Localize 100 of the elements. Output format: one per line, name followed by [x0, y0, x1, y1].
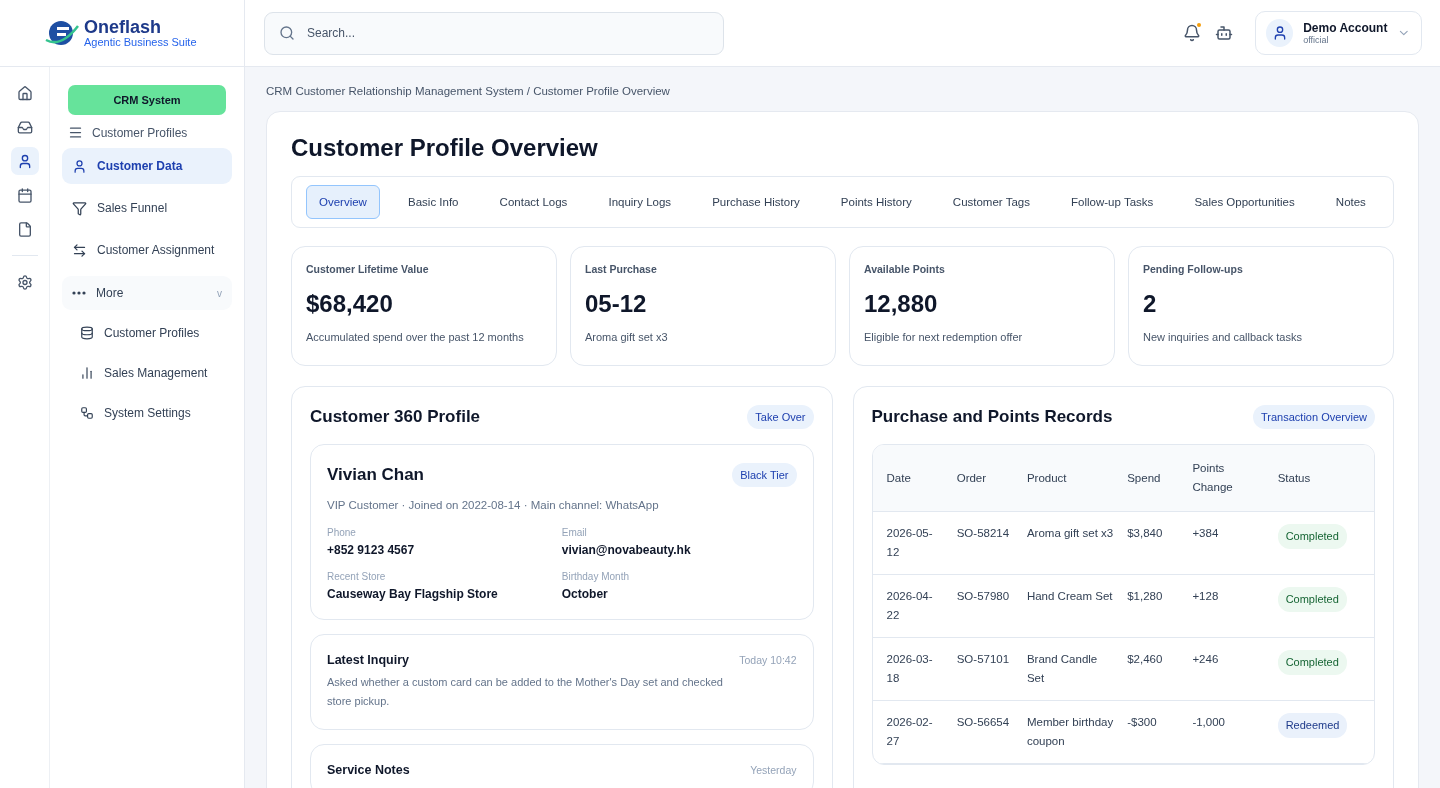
account-menu[interactable]: Demo Account official — [1255, 11, 1422, 55]
transaction-overview-button[interactable]: Transaction Overview — [1253, 405, 1375, 429]
table-cell: SO-56654 — [942, 700, 1013, 764]
table-cell: -$300 — [1113, 700, 1179, 764]
table-cell: +246 — [1178, 637, 1264, 701]
column-header: Order — [942, 445, 1013, 512]
panel-title: Purchase and Points Records — [871, 407, 1113, 427]
user-button[interactable] — [10, 147, 39, 175]
tab[interactable]: Contact Logs — [486, 185, 581, 219]
tab[interactable]: Overview — [306, 185, 380, 219]
stat-value: 12,880 — [864, 290, 939, 318]
stat-value: $68,420 — [306, 290, 394, 318]
brand-name: Oneflash — [84, 18, 163, 36]
search-input[interactable]: Search... — [305, 25, 709, 41]
tab[interactable]: Basic Info — [395, 185, 472, 219]
search-icon — [279, 25, 295, 41]
table-cell: +128 — [1178, 574, 1264, 638]
section-heading: Customer Profiles — [92, 125, 188, 140]
tab[interactable]: Purchase History — [699, 185, 813, 219]
note-title: Service Notes — [327, 763, 410, 777]
tab[interactable]: Inquiry Logs — [595, 185, 685, 219]
stat-note: Accumulated spend over the past 12 months — [306, 331, 525, 343]
settings-icon — [16, 273, 33, 291]
table-cell: +384 — [1178, 511, 1264, 575]
more-menu[interactable]: More v — [62, 276, 232, 310]
status-tag: Completed — [1277, 587, 1347, 612]
field-value: October — [561, 587, 609, 601]
logo-icon — [44, 18, 80, 48]
panel-title: Customer 360 Profile — [310, 407, 481, 427]
table-cell: -1,000 — [1178, 700, 1264, 764]
breadcrumb: CRM Customer Relationship Management System / Customer Profile Overview — [266, 85, 671, 97]
page-title: Customer Profile Overview — [291, 134, 599, 162]
field-label: Phone — [327, 527, 357, 538]
home-icon — [16, 84, 33, 102]
dots-icon — [72, 291, 86, 295]
table-cell: Brand Candle Set — [1012, 637, 1114, 701]
stat-note: New inquiries and callback tasks — [1143, 331, 1303, 343]
field-value: vivian@novabeauty.hk — [561, 543, 692, 557]
menu-icon — [68, 125, 83, 140]
stat-label: Last Purchase — [585, 263, 658, 275]
table-cell: 2026-03-18 — [872, 637, 943, 701]
bell-icon — [1183, 24, 1201, 42]
status-tag: Completed — [1277, 650, 1347, 675]
stat-note: Eligible for next redemption offer — [864, 331, 1024, 343]
database-icon — [80, 326, 94, 340]
table-cell: $3,840 — [1113, 511, 1179, 575]
tier-tag: Black Tier — [732, 463, 797, 487]
column-header: Product — [1012, 445, 1114, 512]
search-field[interactable]: Search... — [264, 11, 724, 55]
user-icon — [72, 158, 87, 174]
column-header: Spend — [1113, 445, 1179, 512]
nav-item[interactable]: Customer Data — [62, 148, 232, 184]
table-cell: 2026-02-27 — [872, 700, 943, 764]
tab[interactable]: Sales Opportunities — [1181, 185, 1308, 219]
field-label: Email — [561, 527, 588, 538]
table-cell: Hand Cream Set — [1012, 574, 1114, 638]
nav-item[interactable]: Sales Funnel — [62, 190, 232, 226]
account-role: official — [1303, 35, 1330, 45]
tab[interactable]: Customer Tags — [939, 185, 1043, 219]
table-cell: Member birthday coupon — [1012, 700, 1114, 764]
nav-subitem[interactable]: Customer Profiles — [62, 316, 232, 350]
table-cell: 2026-04-22 — [872, 574, 943, 638]
file-icon — [16, 220, 33, 238]
column-header: Date — [872, 445, 943, 512]
status-tag: Redeemed — [1277, 713, 1348, 738]
note-title: Latest Inquiry — [327, 653, 409, 667]
field-label: Birthday Month — [561, 571, 630, 582]
table-cell: $1,280 — [1113, 574, 1179, 638]
tab[interactable]: Points History — [827, 185, 925, 219]
field-label: Recent Store — [327, 571, 387, 582]
stat-value: 05-12 — [585, 290, 648, 318]
stat-label: Available Points — [864, 263, 946, 275]
table-cell: Aroma gift set x3 — [1012, 511, 1114, 575]
note-time: Today 10:42 — [739, 654, 797, 666]
field-value: +852 9123 4567 — [327, 543, 416, 557]
column-header: Points Change — [1178, 445, 1264, 512]
account-name: Demo Account — [1303, 21, 1388, 35]
field-value: Causeway Bay Flagship Store — [327, 587, 499, 601]
stat-value: 2 — [1143, 290, 1158, 318]
robot-icon — [1215, 24, 1233, 42]
table-cell: $2,460 — [1113, 637, 1179, 701]
note-text: Asked whether a custom card can be added to the Mother's Day set and checked store pickup. — [327, 675, 724, 709]
tab[interactable]: Notes — [1322, 185, 1379, 219]
tab[interactable]: Follow-up Tasks — [1058, 185, 1167, 219]
customer-name: Vivian Chan — [327, 465, 424, 485]
column-header: Status — [1263, 445, 1374, 512]
nav-item[interactable]: Customer Assignment — [62, 232, 232, 268]
funnel-icon — [72, 200, 87, 216]
table-cell: SO-57101 — [942, 637, 1013, 701]
nodes-icon — [80, 406, 94, 420]
table-cell: SO-58214 — [942, 511, 1013, 575]
nav-subitem[interactable]: System Settings — [62, 396, 232, 430]
system-button[interactable]: CRM System — [68, 85, 226, 115]
stat-label: Pending Follow-ups — [1143, 263, 1244, 275]
nav-subitem[interactable]: Sales Management — [62, 356, 232, 390]
brand-tagline: Agentic Business Suite — [84, 35, 197, 48]
stat-note: Aroma gift set x3 — [585, 331, 669, 343]
customer-summary: VIP Customer · Joined on 2022-08-14 · Main channel: WhatsApp — [327, 499, 660, 511]
swap-icon — [72, 242, 87, 258]
take-over-button[interactable]: Take Over — [747, 405, 814, 429]
